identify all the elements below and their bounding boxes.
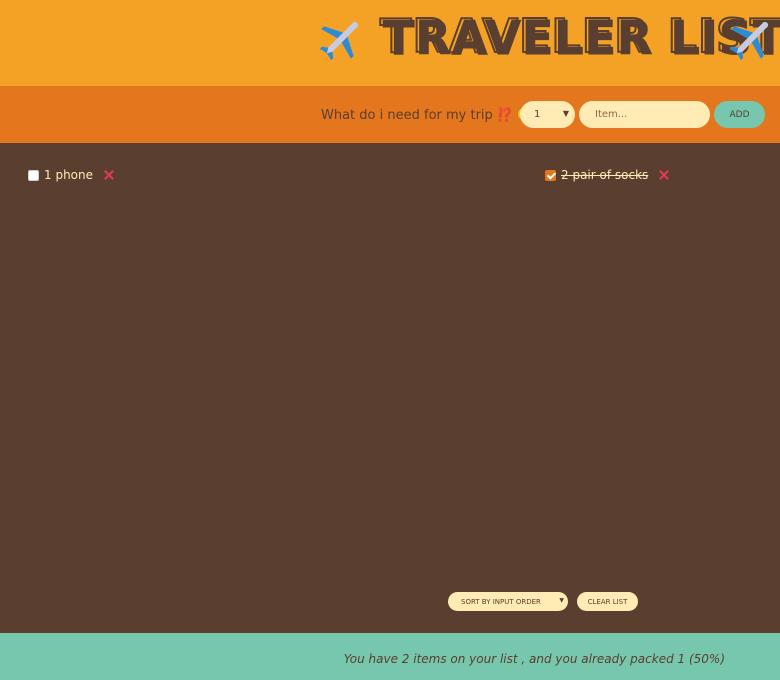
add-button[interactable]: ADD <box>714 101 765 128</box>
airplane-icon <box>729 21 769 61</box>
chevron-down-icon: ▼ <box>562 109 569 118</box>
stats-text: You have 2 items on your list , and you … <box>343 652 725 666</box>
item-label: 2 pair of socks <box>561 168 649 182</box>
sort-select[interactable]: SORT BY INPUT ORDER ▼ <box>448 592 568 611</box>
clear-list-button[interactable]: CLEAR LIST <box>577 592 638 611</box>
quantity-value: 1 <box>534 109 541 120</box>
packed-checkbox[interactable] <box>28 169 39 181</box>
stats-footer: You have 2 items on your list , and you … <box>0 633 780 680</box>
app-title: TRAVELER LIST TRAVELER LIST <box>379 8 780 66</box>
list-item: 1 phone <box>28 168 114 182</box>
list-item: 2 pair of socks <box>545 168 669 182</box>
close-icon[interactable] <box>104 170 114 180</box>
quantity-select[interactable]: 1 ▼ <box>520 101 575 128</box>
header: TRAVELER LIST TRAVELER LIST <box>0 0 780 86</box>
packed-checkbox[interactable] <box>545 169 556 181</box>
sort-value: SORT BY INPUT ORDER <box>461 597 541 606</box>
item-label: 1 phone <box>44 168 94 182</box>
form-question: What do i need for my trip ⁉️ <box>321 107 532 123</box>
chevron-down-icon: ▼ <box>559 597 564 604</box>
app: TRAVELER LIST TRAVELER LIST What do i ne… <box>0 0 780 680</box>
close-icon[interactable] <box>659 170 669 180</box>
item-input[interactable] <box>579 101 710 128</box>
airplane-icon <box>319 21 359 61</box>
form-question-text: What do i need for my trip ⁉️ <box>321 108 514 123</box>
